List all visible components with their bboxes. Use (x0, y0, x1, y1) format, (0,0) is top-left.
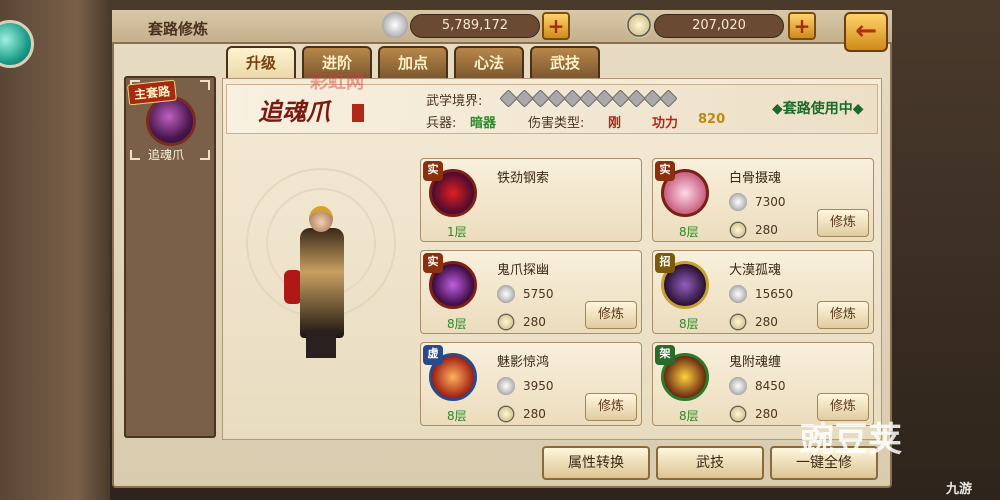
watermark-corner: 九游 (946, 482, 973, 497)
back-button[interactable]: ← (844, 12, 888, 52)
silver-cost: 15650 (755, 287, 794, 301)
skill-calligraphy-title: 追魂爪 (258, 97, 330, 126)
corner-bracket (200, 150, 210, 160)
skill-tag: 招 (655, 253, 675, 273)
power-label: 功力 (652, 116, 679, 131)
seal-stamp (352, 104, 364, 122)
skill-level: 8层 (447, 409, 467, 423)
character-model (300, 228, 344, 338)
silver-coin-icon (382, 12, 408, 38)
weapon-value: 暗器 (470, 116, 497, 131)
window-title: 套路修炼 (148, 20, 209, 38)
silver-cost: 8450 (755, 379, 786, 393)
character-legs (306, 330, 336, 358)
watermark-center: 彩虹网 (310, 72, 364, 93)
skill-tag: 实 (655, 161, 675, 181)
skill-name: 铁劲钢索 (497, 171, 550, 186)
gold-cost: 280 (755, 223, 778, 237)
power-value: 820 (698, 112, 726, 127)
arrow-left-icon: ← (855, 16, 877, 46)
gold-coin-icon (729, 221, 747, 239)
corner-bracket (200, 80, 210, 90)
skill-tag: 实 (423, 161, 443, 181)
skill-card[interactable]: 实 铁劲钢索 1层 (420, 158, 642, 242)
skill-tag: 实 (423, 253, 443, 273)
train-button[interactable]: 修炼 (817, 301, 869, 329)
tab-points[interactable]: 加点 (378, 46, 448, 80)
skill-level: 8层 (447, 317, 467, 331)
skill-name: 魅影惊鸿 (497, 355, 550, 370)
silver-coin-icon (497, 285, 515, 303)
corner-bracket (130, 150, 140, 160)
set-in-use-status: ◆套路使用中◆ (772, 101, 864, 117)
skill-name: 鬼附魂缠 (729, 355, 782, 370)
gold-coin-icon (497, 313, 515, 331)
weapon-label: 兵器: (426, 116, 457, 131)
gold-cost: 280 (755, 407, 778, 421)
skill-level: 1层 (447, 225, 467, 239)
skill-name: 白骨摄魂 (729, 171, 782, 186)
watermark-brand: 豌豆荚 (800, 420, 902, 460)
gold-cost: 280 (523, 407, 546, 421)
skill-card[interactable]: 实 鬼爪探幽 5750 280 8层 修炼 (420, 250, 642, 334)
skill-tag: 虚 (423, 345, 443, 365)
add-silver-button[interactable]: + (542, 12, 570, 40)
damage-type-label: 伤害类型: (528, 116, 585, 131)
realm-progress (499, 89, 678, 108)
skill-card[interactable]: 实 白骨摄魂 7300 280 8层 修炼 (652, 158, 874, 242)
skill-name: 大漠孤魂 (729, 263, 782, 278)
skill-tag: 架 (655, 345, 675, 365)
gold-coin-icon (729, 405, 747, 423)
damage-type-value: 刚 (608, 116, 622, 131)
add-gold-button[interactable]: + (788, 12, 816, 40)
gold-coin-icon (626, 12, 652, 38)
train-button[interactable]: 修炼 (817, 209, 869, 237)
main-skill-name: 追魂爪 (148, 148, 185, 162)
train-button[interactable]: 修炼 (585, 393, 637, 421)
silver-coin-icon (729, 377, 747, 395)
gold-coin-icon (729, 313, 747, 331)
tab-martial[interactable]: 武技 (530, 46, 600, 80)
claw-skill-icon (146, 96, 196, 146)
tab-mind[interactable]: 心法 (454, 46, 524, 80)
silver-cost: 7300 (755, 195, 786, 209)
silver-coin-icon (497, 377, 515, 395)
gold-value: 207,020 (654, 14, 784, 38)
skill-level: 8层 (679, 225, 699, 239)
train-button[interactable]: 修炼 (585, 301, 637, 329)
silver-cost: 3950 (523, 379, 554, 393)
silver-coin-icon (729, 193, 747, 211)
realm-diamond-icon (659, 89, 678, 108)
silver-cost: 5750 (523, 287, 554, 301)
left-backdrop (0, 0, 110, 500)
gold-cost: 280 (755, 315, 778, 329)
skill-card[interactable]: 虚 魅影惊鸿 3950 280 8层 修炼 (420, 342, 642, 426)
realm-label: 武学境界: (426, 94, 483, 109)
skill-level: 8层 (679, 409, 699, 423)
gold-coin-icon (497, 405, 515, 423)
gold-cost: 280 (523, 315, 546, 329)
silver-coin-icon (729, 285, 747, 303)
skill-name: 鬼爪探幽 (497, 263, 550, 278)
character-head (309, 206, 333, 232)
martial-skill-button[interactable]: 武技 (656, 446, 764, 480)
skill-level: 8层 (679, 317, 699, 331)
skill-card[interactable]: 招 大漠孤魂 15650 280 8层 修炼 (652, 250, 874, 334)
attribute-convert-button[interactable]: 属性转换 (542, 446, 650, 480)
silver-value: 5,789,172 (410, 14, 540, 38)
